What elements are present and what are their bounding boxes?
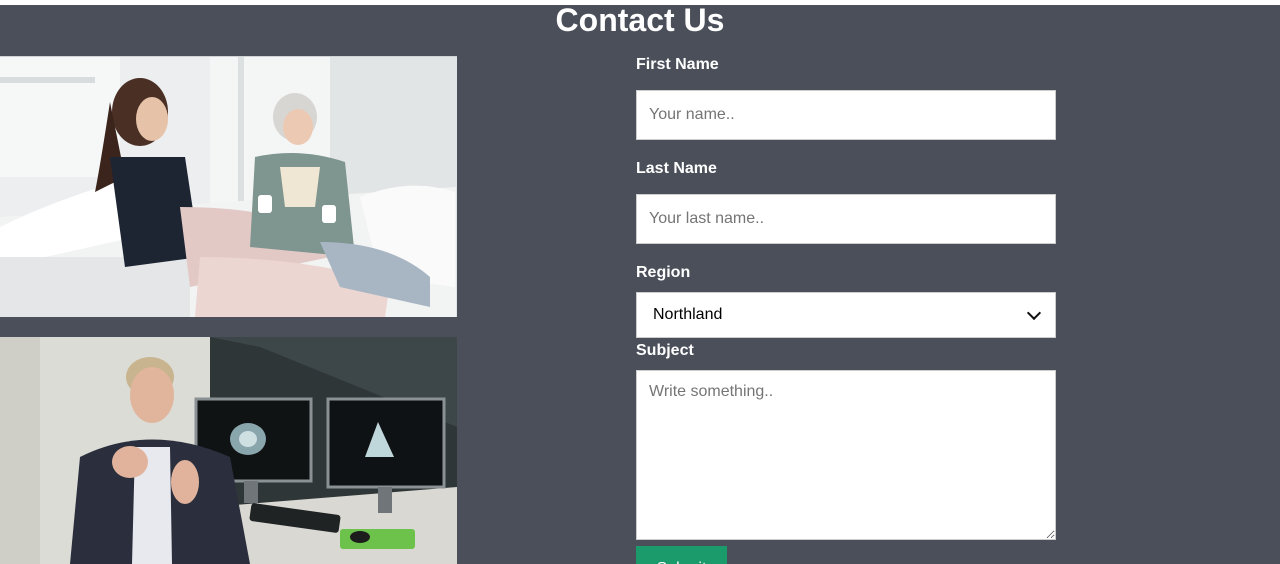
region-selected-value: Northland — [653, 306, 723, 323]
submit-button[interactable]: Submit — [636, 546, 727, 564]
first-name-input[interactable] — [636, 90, 1056, 140]
chevron-down-icon — [1026, 305, 1042, 321]
region-select[interactable]: Northland — [636, 292, 1056, 338]
photo-women-on-sofa — [0, 56, 457, 317]
last-name-label: Last Name — [636, 160, 717, 177]
contact-page: Contact Us First Name Your name.. Last N… — [0, 5, 1280, 564]
first-name-label: First Name — [636, 56, 719, 73]
photo-man-with-monitors — [0, 337, 457, 564]
subject-label: Subject — [636, 342, 694, 359]
page-title: Contact Us — [555, 5, 725, 38]
last-name-input[interactable] — [636, 194, 1056, 244]
region-label: Region — [636, 264, 691, 281]
subject-textarea[interactable] — [636, 370, 1056, 540]
